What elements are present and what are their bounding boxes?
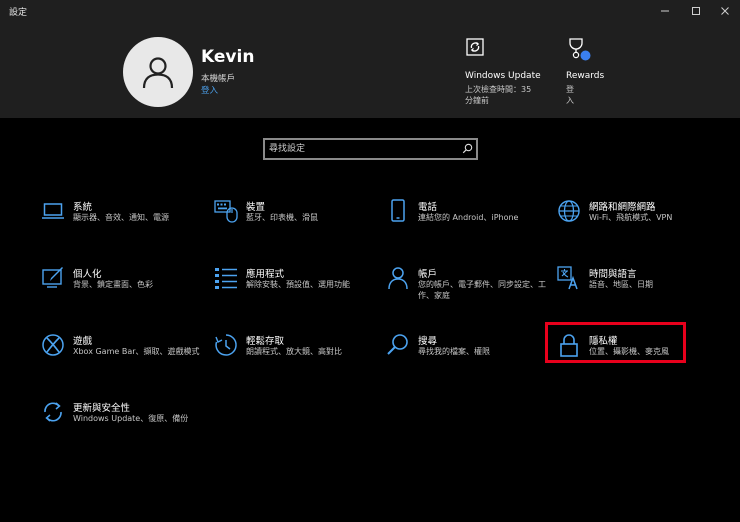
windows-update-icon bbox=[466, 38, 484, 56]
paint-monitor-icon bbox=[42, 267, 63, 288]
category-time-language[interactable]: 時間與語言 語音、地區、日期 bbox=[557, 266, 727, 310]
category-desc: Wi-Fi、飛航模式、VPN bbox=[589, 213, 673, 222]
rewards-label: Rewards bbox=[566, 71, 605, 81]
user-icon bbox=[142, 57, 174, 89]
category-search[interactable]: 搜尋 尋找我的檔案、權限 bbox=[386, 333, 556, 377]
xbox-icon bbox=[42, 334, 64, 356]
time-language-icon bbox=[557, 266, 578, 290]
category-name: 帳戶 bbox=[418, 269, 438, 280]
rewards-login: 登入 bbox=[566, 85, 574, 105]
category-ease-of-access[interactable]: 輕鬆存取 朗讀程式、放大鏡、高對比 bbox=[214, 333, 384, 377]
windows-update-status: 上次檢查時間：35 分鐘前 bbox=[465, 85, 532, 105]
category-desc: 藍牙、印表機、滑鼠 bbox=[246, 213, 318, 222]
avatar[interactable] bbox=[123, 37, 193, 107]
category-name: 輕鬆存取 bbox=[246, 336, 285, 347]
title-bar: 設定 bbox=[0, 0, 740, 22]
privacy-highlight-box bbox=[545, 322, 686, 363]
category-desc: 顯示器、音效、通知、電源 bbox=[73, 213, 169, 222]
category-desc: 您的帳戶、電子郵件、同步設定、工作、家庭 bbox=[418, 280, 546, 300]
close-button[interactable] bbox=[710, 0, 740, 22]
login-link[interactable]: 登入 bbox=[201, 84, 218, 96]
search-icon bbox=[387, 334, 408, 355]
category-desc: 朗讀程式、放大鏡、高對比 bbox=[246, 347, 342, 356]
category-name: 網路和網際網路 bbox=[589, 202, 656, 213]
category-accounts[interactable]: 帳戶 您的帳戶、電子郵件、同步設定、工作、家庭 bbox=[386, 266, 556, 310]
minimize-button[interactable] bbox=[650, 0, 680, 22]
settings-search-box[interactable] bbox=[263, 138, 478, 160]
category-phone[interactable]: 電話 連結您的 Android、iPhone bbox=[386, 199, 556, 243]
category-name: 電話 bbox=[418, 202, 438, 213]
category-name: 搜尋 bbox=[418, 336, 438, 347]
category-update-security[interactable]: 更新與安全性 Windows Update、復原、備份 bbox=[41, 400, 211, 444]
keyboard-icon bbox=[214, 200, 238, 223]
maximize-icon bbox=[692, 7, 700, 15]
person-icon bbox=[388, 267, 408, 290]
close-icon bbox=[721, 7, 729, 15]
category-devices[interactable]: 裝置 藍牙、印表機、滑鼠 bbox=[214, 199, 384, 243]
category-apps[interactable]: 應用程式 解除安裝、預設值、選用功能 bbox=[214, 266, 384, 310]
phone-icon bbox=[391, 199, 405, 222]
maximize-button[interactable] bbox=[681, 0, 711, 22]
category-desc: 連結您的 Android、iPhone bbox=[418, 213, 519, 222]
search-input[interactable] bbox=[265, 140, 459, 158]
category-network[interactable]: 網路和網際網路 Wi-Fi、飛航模式、VPN bbox=[557, 199, 727, 243]
rewards-trophy-icon bbox=[569, 38, 591, 61]
user-name: Kevin bbox=[201, 47, 255, 67]
laptop-icon bbox=[42, 203, 64, 219]
minimize-icon bbox=[661, 10, 669, 12]
apps-list-icon bbox=[215, 268, 237, 289]
category-desc: Xbox Game Bar、擷取、遊戲模式 bbox=[73, 347, 200, 356]
category-desc: 背景、鎖定畫面、色彩 bbox=[73, 280, 153, 289]
category-desc: 語音、地區、日期 bbox=[589, 280, 653, 289]
category-name: 個人化 bbox=[73, 269, 102, 280]
window-title: 設定 bbox=[9, 8, 28, 18]
globe-icon bbox=[558, 200, 580, 222]
category-name: 裝置 bbox=[246, 202, 266, 213]
ease-of-access-icon bbox=[215, 334, 237, 356]
category-desc: 尋找我的檔案、權限 bbox=[418, 347, 490, 356]
category-name: 時間與語言 bbox=[589, 269, 637, 280]
search-icon bbox=[462, 143, 473, 154]
sync-icon bbox=[44, 402, 62, 422]
account-header: Kevin 本機帳戶 登入 Windows Update 上次檢查時間：35 分… bbox=[0, 22, 740, 118]
category-desc: Windows Update、復原、備份 bbox=[73, 414, 189, 423]
category-name: 系統 bbox=[73, 202, 93, 213]
category-name: 應用程式 bbox=[246, 269, 285, 280]
category-name: 更新與安全性 bbox=[73, 403, 131, 414]
category-name: 遊戲 bbox=[73, 336, 93, 347]
category-system[interactable]: 系統 顯示器、音效、通知、電源 bbox=[41, 199, 211, 243]
category-gaming[interactable]: 遊戲 Xbox Game Bar、擷取、遊戲模式 bbox=[41, 333, 211, 377]
windows-update-label: Windows Update bbox=[465, 71, 541, 81]
account-type: 本機帳戶 bbox=[201, 74, 236, 84]
category-personalization[interactable]: 個人化 背景、鎖定畫面、色彩 bbox=[41, 266, 211, 310]
category-desc: 解除安裝、預設值、選用功能 bbox=[246, 280, 350, 289]
